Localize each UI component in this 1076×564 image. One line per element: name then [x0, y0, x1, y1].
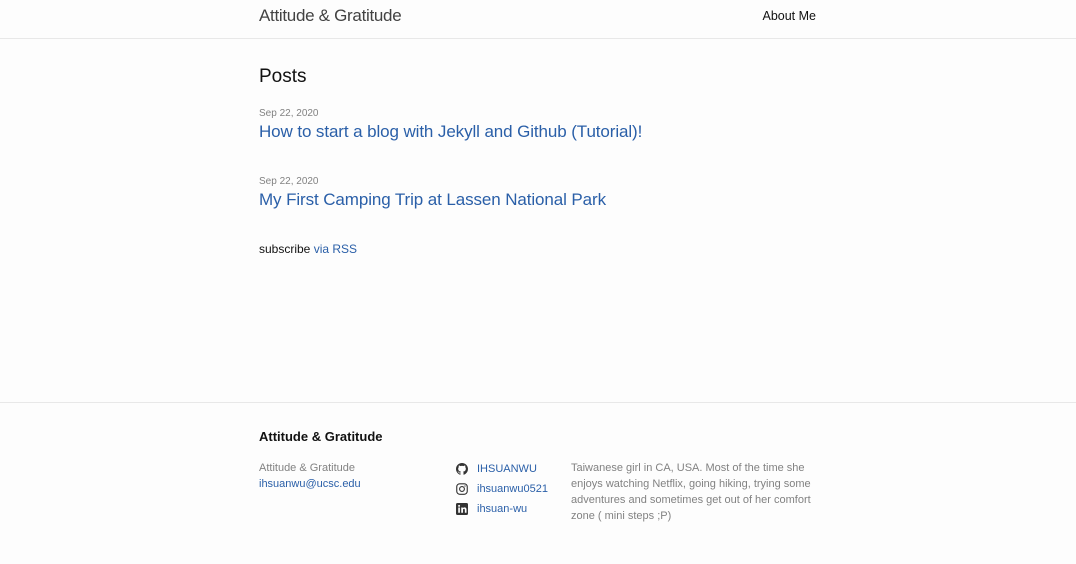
footer-heading: Attitude & Gratitude	[259, 429, 383, 444]
github-icon	[456, 463, 468, 475]
rss-prefix-text: subscribe	[259, 242, 314, 256]
page-heading: Posts	[259, 66, 307, 87]
linkedin-icon	[456, 503, 468, 515]
rss-link[interactable]: via RSS	[314, 242, 357, 256]
nav-link-about-me[interactable]: About Me	[762, 9, 816, 23]
site-title-link[interactable]: Attitude & Gratitude	[259, 6, 402, 26]
instagram-link[interactable]: ihsuanwu0521	[477, 479, 548, 499]
post-date: Sep 22, 2020	[259, 108, 319, 119]
post-title-link[interactable]: My First Camping Trip at Lassen National…	[259, 190, 606, 210]
site-footer: Attitude & Gratitude Attitude & Gratitud…	[0, 402, 1076, 564]
social-item-linkedin: ihsuan-wu	[456, 499, 548, 519]
post-list-item: Sep 22, 2020 How to start a blog with Je…	[259, 108, 642, 142]
social-item-github: IHSUANWU	[456, 459, 548, 479]
post-list-item: Sep 22, 2020 My First Camping Trip at La…	[259, 176, 606, 210]
social-item-instagram: ihsuanwu0521	[456, 479, 548, 499]
footer-site-name: Attitude & Gratitude	[259, 462, 355, 474]
rss-subscribe: subscribe via RSS	[259, 242, 357, 256]
footer-email-link[interactable]: ihsuanwu@ucsc.edu	[259, 476, 361, 492]
footer-description: Taiwanese girl in CA, USA. Most of the t…	[571, 462, 811, 522]
post-title-link[interactable]: How to start a blog with Jekyll and Gith…	[259, 122, 642, 142]
instagram-icon	[456, 483, 468, 495]
post-date: Sep 22, 2020	[259, 176, 319, 187]
footer-contact: Attitude & Gratitude ihsuanwu@ucsc.edu	[259, 460, 361, 492]
site-header: Attitude & Gratitude About Me	[0, 0, 1076, 39]
footer-social-list: IHSUANWU ihsuanwu0521 ihsuan-wu	[456, 459, 548, 519]
linkedin-link[interactable]: ihsuan-wu	[477, 499, 527, 519]
github-link[interactable]: IHSUANWU	[477, 459, 537, 479]
